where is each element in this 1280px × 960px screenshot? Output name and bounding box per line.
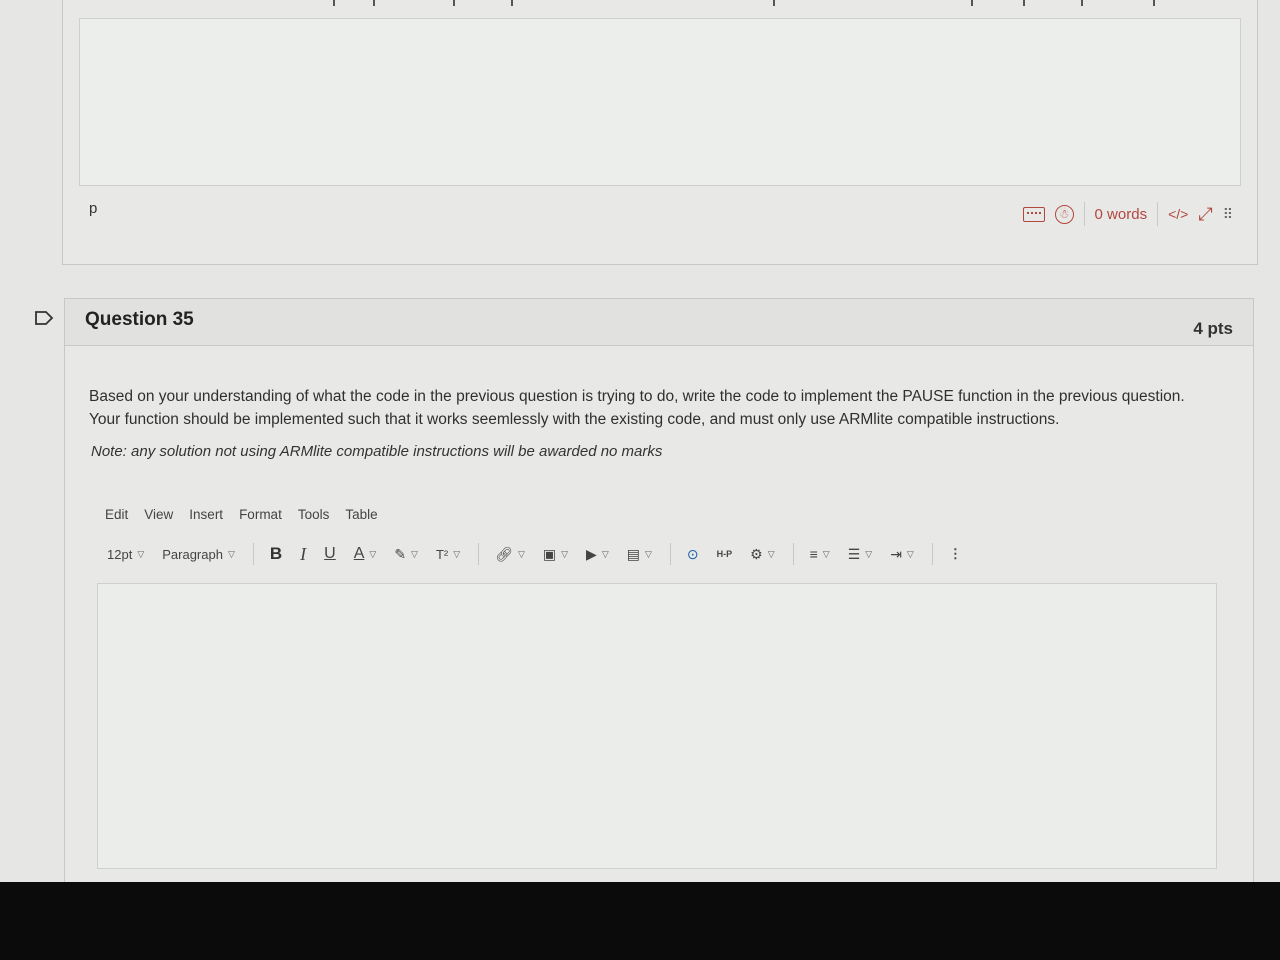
chevron-down-icon: ▽	[644, 548, 652, 559]
font-size-select[interactable]: 12pt ▽	[107, 547, 144, 562]
plug-icon: ⚙	[750, 545, 763, 562]
editor-menubar: Edit View Insert Format Tools Table	[105, 507, 378, 522]
accessibility-checker-icon[interactable]: ☃	[1054, 204, 1074, 224]
chevron-down-icon: ▽	[453, 548, 461, 559]
divider	[792, 543, 794, 565]
record-button[interactable]: ⊙	[687, 546, 699, 563]
chevron-down-icon: ▽	[865, 548, 873, 559]
divider	[478, 543, 480, 565]
bold-button[interactable]: B	[270, 544, 282, 564]
question-header: Question 35 4 pts	[65, 299, 1253, 346]
chevron-down-icon: ▽	[906, 548, 914, 559]
chevron-down-icon: ▽	[517, 548, 525, 559]
chevron-down-icon: ▽	[137, 548, 145, 559]
question-text: Based on your understanding of what the …	[89, 388, 1185, 428]
apps-button[interactable]: ⚙ ▽	[750, 546, 774, 563]
previous-question-card: p ☃ 0 words </> ⤢ ⠿	[62, 0, 1258, 265]
menu-insert[interactable]: Insert	[189, 507, 223, 522]
question-card: Question 35 4 pts Based on your understa…	[64, 298, 1254, 892]
flag-question-icon[interactable]	[34, 310, 54, 326]
h5p-icon: H-P	[716, 549, 733, 559]
indent-button[interactable]: ⇥ ▽	[890, 546, 914, 563]
editor-statusbar: p ☃ 0 words </> ⤢ ⠿	[63, 196, 1257, 236]
previous-toolbar-strip	[123, 0, 1243, 8]
document-button[interactable]: ▤ ▽	[627, 546, 652, 563]
bullet-list-icon: ☰	[847, 545, 861, 562]
resize-grip-icon[interactable]: ⠿	[1223, 207, 1233, 221]
underline-button[interactable]: U	[324, 545, 336, 563]
highlight-color-button[interactable]: ✎ ▽	[394, 546, 418, 563]
question-note: Note: any solution not using ARMlite com…	[91, 443, 663, 460]
chevron-down-icon: ▽	[822, 548, 830, 559]
chevron-down-icon: ▽	[411, 548, 418, 559]
text-color-button[interactable]: A ▽	[354, 545, 377, 563]
chevron-down-icon: ▽	[227, 548, 235, 559]
divider	[252, 543, 254, 565]
chevron-down-icon: ▽	[561, 548, 569, 559]
h5p-button[interactable]: H-P	[717, 549, 733, 559]
divider	[931, 543, 933, 565]
highlighter-icon: ✎	[394, 545, 407, 562]
block-format-select[interactable]: Paragraph ▽	[162, 547, 235, 562]
block-format-value: Paragraph	[162, 546, 223, 562]
align-left-icon: ≡	[809, 546, 818, 562]
link-icon: 🔗︎	[495, 545, 513, 562]
indent-icon: ⇥	[890, 545, 902, 562]
keyboard-shortcuts-icon[interactable]	[1022, 206, 1045, 222]
html-editor-toggle[interactable]: </>	[1168, 206, 1188, 222]
align-button[interactable]: ≡ ▽	[810, 546, 830, 562]
font-size-value: 12pt	[107, 546, 133, 562]
divider	[1157, 202, 1159, 226]
media-icon: ▶	[586, 545, 597, 562]
chevron-down-icon: ▽	[767, 548, 775, 559]
menu-edit[interactable]: Edit	[105, 507, 128, 522]
document-icon: ▤	[626, 545, 640, 562]
word-count[interactable]: 0 words	[1095, 206, 1148, 223]
superscript-icon: T²	[435, 546, 449, 562]
fullscreen-icon[interactable]: ⤢	[1198, 204, 1212, 225]
menu-view[interactable]: View	[144, 507, 173, 522]
question-points: 4 pts	[1193, 319, 1233, 338]
italic-button[interactable]: I	[300, 544, 306, 565]
menu-table[interactable]: Table	[345, 507, 377, 522]
divider	[1083, 202, 1085, 226]
more-button[interactable]: ⋮	[949, 546, 962, 562]
chevron-down-icon: ▽	[369, 548, 377, 559]
menu-format[interactable]: Format	[239, 507, 282, 522]
divider	[669, 543, 671, 565]
superscript-button[interactable]: T² ▽	[436, 547, 460, 562]
media-button[interactable]: ▶ ▽	[586, 546, 609, 563]
question-title: Question 35	[85, 309, 194, 330]
previous-answer-editor[interactable]	[79, 18, 1241, 186]
element-path[interactable]: p	[89, 200, 97, 217]
text-color-icon: A	[353, 545, 365, 562]
answer-editor[interactable]	[97, 583, 1217, 869]
chevron-down-icon: ▽	[601, 548, 609, 559]
editor-toolbar: 12pt ▽ Paragraph ▽ B I U A ▽ ✎ ▽ T² ▽ 🔗︎…	[107, 541, 1107, 567]
image-button[interactable]: ▣ ▽	[543, 546, 568, 563]
menu-tools[interactable]: Tools	[298, 507, 330, 522]
link-button[interactable]: 🔗︎ ▽	[495, 546, 525, 563]
list-button[interactable]: ☰ ▽	[848, 546, 872, 563]
image-icon: ▣	[542, 545, 557, 562]
laptop-bezel	[0, 882, 1280, 960]
page: p ☃ 0 words </> ⤢ ⠿ Question 35 4 pts Ba…	[0, 0, 1280, 892]
record-icon: ⊙	[686, 545, 699, 562]
